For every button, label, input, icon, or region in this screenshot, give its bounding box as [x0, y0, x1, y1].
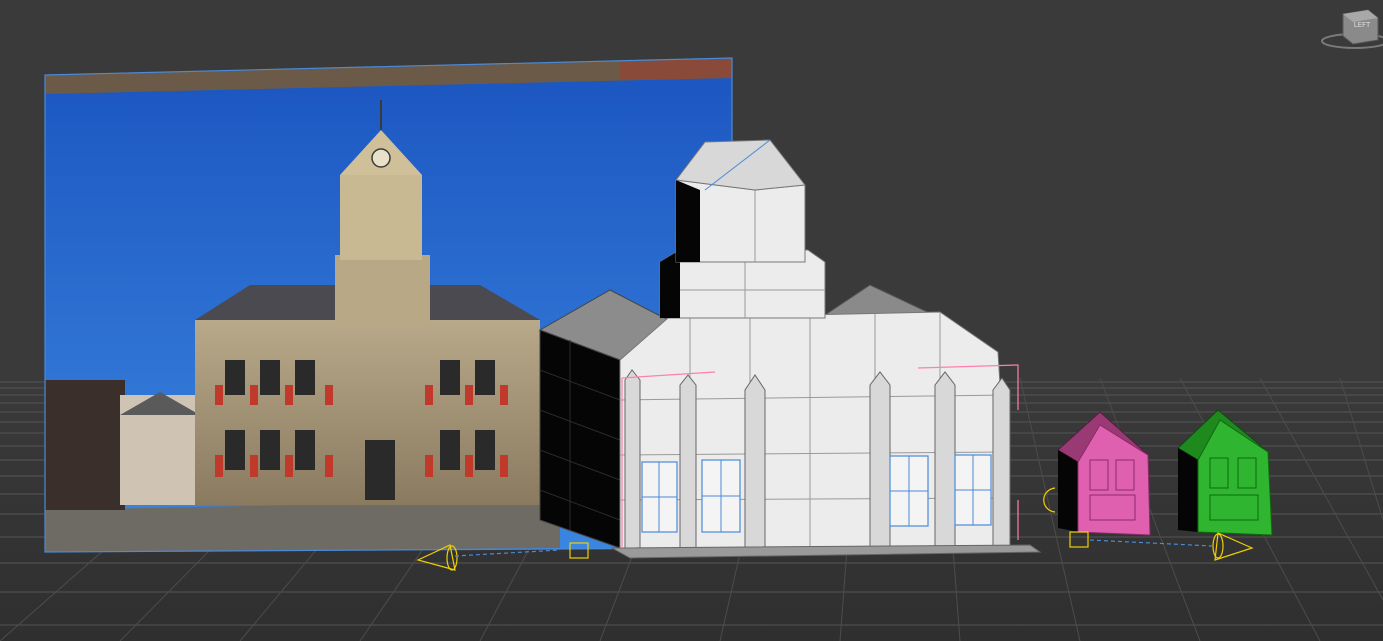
viewcube[interactable] — [1321, 9, 1383, 49]
3d-viewport[interactable] — [0, 0, 1383, 641]
